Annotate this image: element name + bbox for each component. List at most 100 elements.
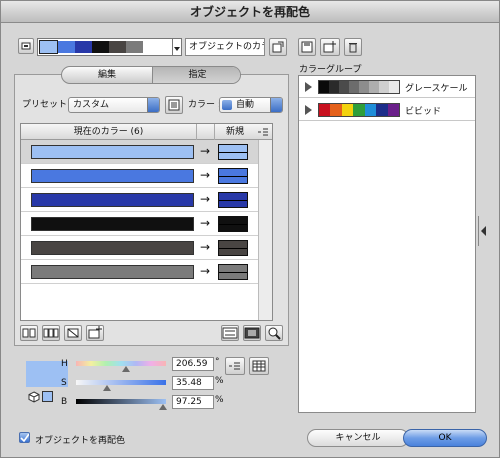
s-slider-thumb[interactable]	[103, 385, 111, 391]
disclosure-triangle-icon[interactable]	[305, 105, 312, 115]
table-row[interactable]: →	[21, 140, 258, 164]
new-color-swatch[interactable]	[218, 144, 248, 160]
randomize-saturation-icon[interactable]	[243, 325, 261, 341]
window-title: オブジェクトを再配色	[1, 1, 499, 23]
group-swatch	[330, 104, 342, 116]
group-swatch	[376, 104, 388, 116]
s-value-field[interactable]: 35.48	[172, 376, 214, 390]
group-swatch	[319, 104, 331, 116]
color-mode-menu-icon[interactable]	[225, 357, 245, 375]
find-color-icon[interactable]	[265, 325, 283, 341]
delete-icon[interactable]	[344, 38, 362, 56]
current-color-bar[interactable]	[31, 265, 194, 279]
strip-swatch	[58, 41, 75, 53]
current-color-bar[interactable]	[31, 145, 194, 159]
new-color-swatch[interactable]	[218, 264, 248, 280]
arrow-icon[interactable]: →	[200, 144, 210, 158]
exclude-color-icon[interactable]	[64, 325, 82, 341]
arrow-icon[interactable]: →	[200, 216, 210, 230]
group-swatch	[339, 81, 349, 93]
new-group-button[interactable]	[320, 38, 340, 56]
color-group-swatches	[318, 80, 400, 94]
preset-value: カスタム	[73, 100, 110, 110]
collapse-panel-icon[interactable]	[478, 216, 487, 246]
b-slider[interactable]	[76, 399, 166, 404]
current-color-bar[interactable]	[31, 241, 194, 255]
strip-dropdown[interactable]	[173, 38, 182, 56]
b-slider-thumb[interactable]	[159, 404, 167, 410]
table-row[interactable]: →	[21, 212, 258, 236]
h-slider-thumb[interactable]	[122, 366, 130, 372]
group-swatch	[353, 104, 365, 116]
color-group-row[interactable]: グレースケール	[299, 76, 475, 98]
s-label: S	[61, 378, 67, 388]
new-color-swatch[interactable]	[218, 240, 248, 256]
cancel-button[interactable]: キャンセル	[307, 429, 409, 447]
new-color-swatch[interactable]	[218, 192, 248, 208]
tab-assign[interactable]: 指定	[152, 67, 240, 83]
separate-colors-icon[interactable]	[42, 325, 60, 341]
color-group-row[interactable]: ビビッド	[299, 99, 475, 121]
arrow-icon[interactable]: →	[200, 192, 210, 206]
preset-options-button[interactable]	[165, 96, 183, 114]
table-row[interactable]: →	[21, 164, 258, 188]
table-row[interactable]: →	[21, 188, 258, 212]
s-slider[interactable]	[76, 380, 166, 385]
strip-swatch	[92, 41, 109, 53]
colors-name-field[interactable]: オブジェクトのカラー	[185, 38, 265, 56]
tab-bar: 編集 指定	[61, 66, 241, 84]
strip-swatch	[75, 41, 92, 53]
current-color-bar[interactable]	[31, 217, 194, 231]
merge-colors-icon[interactable]	[20, 325, 38, 341]
col-new-header: 新規	[225, 127, 244, 137]
h-slider[interactable]	[76, 361, 166, 366]
table-row[interactable]: →	[21, 260, 258, 284]
color-group-heading: カラーグループ	[299, 65, 362, 75]
b-unit: %	[215, 395, 224, 405]
randomize-order-icon[interactable]	[221, 325, 239, 341]
group-swatch	[359, 81, 369, 93]
color-group-label: グレースケール	[405, 84, 468, 94]
current-color-bar[interactable]	[31, 169, 194, 183]
arrow-icon[interactable]: →	[200, 264, 210, 278]
color-table-icon[interactable]	[249, 357, 269, 375]
fill-stroke-icon[interactable]	[42, 391, 53, 402]
color-group-list: グレースケールビビッド	[298, 75, 476, 413]
strip-swatch	[39, 40, 58, 54]
group-swatch	[349, 81, 359, 93]
color-group-swatches	[318, 103, 400, 117]
new-color-swatch[interactable]	[218, 168, 248, 184]
save-group-button[interactable]	[298, 38, 316, 56]
preset-select-arrow-icon	[147, 98, 159, 112]
b-value-field[interactable]: 97.25	[172, 395, 214, 409]
preset-select[interactable]: カスタム	[68, 97, 160, 113]
preset-label: プリセット :	[22, 100, 73, 110]
h-value-field[interactable]: 206.59	[172, 357, 214, 371]
tab-edit[interactable]: 編集	[62, 67, 152, 83]
s-unit: %	[215, 376, 224, 386]
table-header: 現在のカラー (6) 新規	[21, 124, 272, 140]
strip-swatch	[109, 41, 126, 53]
ok-button[interactable]: OK	[403, 429, 487, 447]
current-color-bar[interactable]	[31, 193, 194, 207]
color-option-select[interactable]: 自動	[219, 97, 283, 113]
cube-icon[interactable]	[28, 391, 40, 403]
stepper-icon	[222, 100, 232, 110]
arrow-icon[interactable]: →	[200, 168, 210, 182]
group-swatch	[369, 81, 379, 93]
new-row-icon[interactable]	[86, 325, 104, 341]
group-swatch	[341, 104, 354, 116]
table-scrollbar[interactable]	[258, 140, 272, 320]
group-swatch	[379, 81, 389, 93]
disclosure-triangle-icon[interactable]	[305, 82, 312, 92]
table-menu-icon[interactable]	[257, 127, 269, 137]
arrow-icon[interactable]: →	[200, 240, 210, 254]
table-row[interactable]: →	[21, 236, 258, 260]
group-swatch	[387, 104, 399, 116]
active-colors-strip[interactable]	[37, 38, 173, 56]
get-colors-button[interactable]	[269, 38, 287, 56]
col-current-header: 現在のカラー (6)	[21, 124, 197, 140]
color-group-icon[interactable]	[18, 38, 34, 54]
recolor-checkbox[interactable]	[19, 432, 30, 443]
new-color-swatch[interactable]	[218, 216, 248, 232]
